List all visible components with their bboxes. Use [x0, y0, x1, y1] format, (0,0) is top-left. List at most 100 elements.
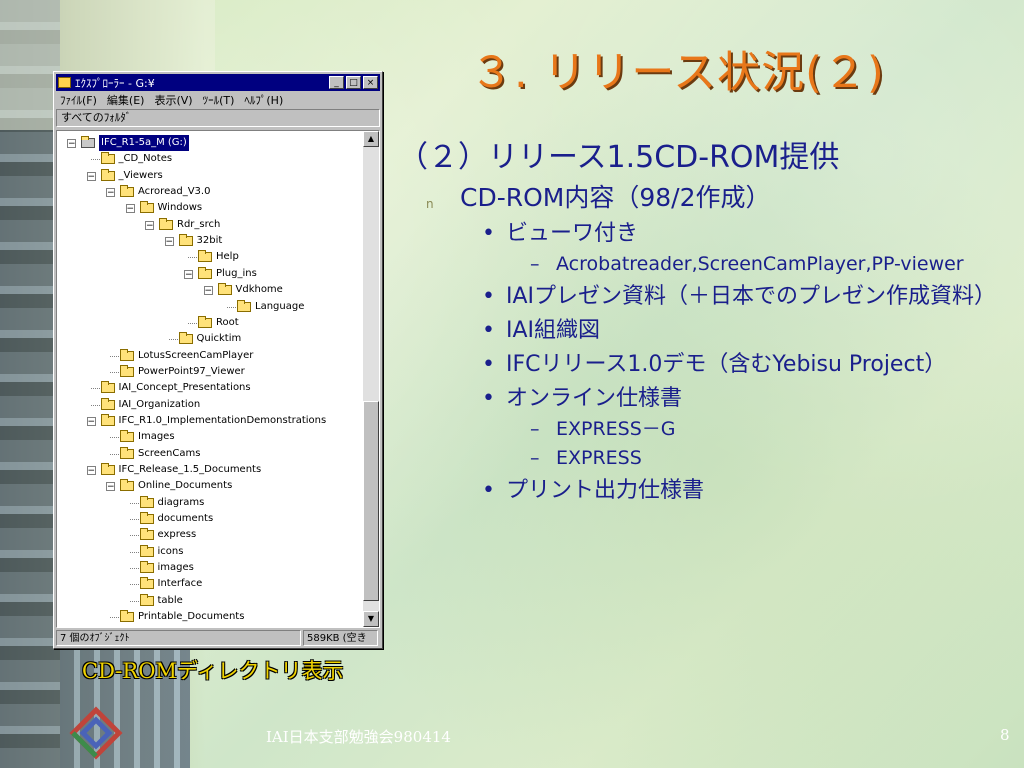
tree-node-label: icons: [157, 545, 184, 557]
tree-node[interactable]: Language: [237, 299, 304, 315]
tree-node[interactable]: Vdkhome: [217, 282, 283, 298]
explorer-window[interactable]: ｴｸｽﾌﾟﾛｰﾗｰ - G:¥ _ □ × ﾌｧｲﾙ(F) 編集(E) 表示(V…: [53, 71, 383, 649]
page-number: 8: [1000, 726, 1010, 744]
tree-expander-icon[interactable]: −: [86, 416, 96, 426]
tree-node[interactable]: LotusScreenCamPlayer: [120, 348, 253, 364]
tree-connector: [129, 502, 139, 504]
minimize-button[interactable]: _: [329, 76, 344, 89]
tree-node[interactable]: Online_Documents: [120, 478, 232, 494]
tree-expander-icon[interactable]: −: [125, 204, 135, 214]
tree-expander-icon[interactable]: −: [86, 171, 96, 181]
tree-connector: [110, 437, 119, 439]
tree-node-label: Images: [138, 431, 175, 443]
menu-view[interactable]: 表示(V): [154, 92, 192, 108]
tree-node[interactable]: express: [139, 527, 196, 543]
tree-connector: [227, 306, 236, 308]
tree-expander-icon[interactable]: −: [67, 139, 76, 149]
bullet-list: n CD-ROM内容（98/2作成） ビューワ付き Acrobatreader,S…: [420, 182, 1010, 505]
tree-node[interactable]: IFC_R1.0_ImplementationDemonstrations: [100, 413, 327, 429]
screenshot-caption: CD-ROMディレクトリ表示: [82, 659, 344, 683]
folder-icon: [120, 364, 134, 377]
tree-expander-icon[interactable]: −: [184, 269, 193, 279]
menu-help[interactable]: ﾍﾙﾌﾟ(H): [244, 92, 283, 108]
tree-node[interactable]: 32bit: [178, 233, 222, 249]
maximize-button[interactable]: □: [346, 76, 361, 89]
tree-node[interactable]: ScreenCams: [120, 446, 200, 462]
tree-node-label: Vdkhome: [235, 284, 283, 296]
folder-icon: [100, 413, 115, 426]
folder-icon: [120, 430, 134, 443]
tree-node[interactable]: Interface: [139, 576, 202, 592]
tree-node-label: Windows: [157, 202, 203, 214]
tree-node-label: Online_Documents: [138, 480, 233, 492]
folder-icon: [178, 332, 193, 345]
tree-expander-icon[interactable]: −: [106, 188, 115, 198]
tree-scrollbar[interactable]: ▲ ▼: [363, 131, 379, 627]
scroll-up-button[interactable]: ▲: [363, 131, 379, 147]
tree-node[interactable]: diagrams: [139, 495, 205, 511]
menu-bar: ﾌｧｲﾙ(F) 編集(E) 表示(V) ﾂｰﾙ(T) ﾍﾙﾌﾟ(H): [54, 91, 382, 109]
sub-bullet-item: EXPRESS－G: [530, 417, 1010, 442]
tree-expander-icon[interactable]: −: [145, 220, 154, 230]
folder-tree[interactable]: ▲ ▼ − IFC_R1-5a_M (G:) _CD_Notes − _Viewers −…: [56, 130, 380, 628]
tree-node[interactable]: table: [139, 593, 183, 609]
scroll-thumb[interactable]: [363, 401, 379, 601]
tree-node-label: Help: [216, 251, 239, 263]
tree-node-label: IFC_Release_1.5_Documents: [118, 464, 262, 475]
tree-expander-icon[interactable]: −: [86, 466, 96, 476]
tree-connector: [110, 371, 119, 373]
tree-connector: [188, 322, 197, 324]
tree-expander-icon[interactable]: −: [106, 482, 115, 492]
tree-node[interactable]: _CD_Notes: [100, 151, 172, 167]
menu-edit[interactable]: 編集(E): [107, 92, 145, 108]
tree-node[interactable]: Acroread_V3.0: [120, 184, 210, 200]
tree-connector: [90, 404, 100, 406]
explorer-app-icon: [58, 77, 71, 88]
tree-node[interactable]: IAI_Concept_Presentations: [100, 380, 251, 396]
tree-node[interactable]: Printable_Documents: [120, 609, 244, 625]
tree-connector: [90, 159, 100, 161]
folder-icon: [237, 299, 251, 312]
close-button[interactable]: ×: [363, 76, 378, 89]
tree-node[interactable]: Plug_ins: [198, 266, 257, 282]
tree-node-label: LotusScreenCamPlayer: [138, 349, 254, 361]
tree-connector: [129, 568, 139, 570]
status-bar: 7 個のｵﾌﾞｼﾞｪｸﾄ 589KB (空き: [56, 630, 378, 646]
tree-node[interactable]: Images: [120, 429, 175, 445]
folder-icon: [100, 397, 115, 410]
tree-connector: [188, 257, 197, 259]
tree-node[interactable]: _Viewers: [100, 168, 163, 184]
explorer-titlebar[interactable]: ｴｸｽﾌﾟﾛｰﾗｰ - G:¥ _ □ ×: [56, 74, 380, 91]
tree-node[interactable]: Rdr_srch: [159, 217, 220, 233]
tree-node[interactable]: Windows: [139, 200, 203, 216]
bullet-item: IFCリリース1.0デモ（含むYebisu Project）: [482, 351, 1010, 379]
tree-node-label: Acroread_V3.0: [138, 186, 211, 198]
tree-connector: [129, 551, 139, 553]
bullet-item: プリント出力仕様書: [482, 477, 1010, 505]
bullet-marker-icon: n: [426, 197, 434, 211]
tree-node[interactable]: documents: [139, 511, 213, 527]
scroll-down-button[interactable]: ▼: [363, 611, 379, 627]
tree-node[interactable]: IAI_Organization: [100, 397, 200, 413]
tree-node[interactable]: Root: [198, 315, 239, 331]
tree-node[interactable]: Help: [198, 249, 239, 265]
bullet-level1: n CD-ROM内容（98/2作成）: [426, 182, 1010, 214]
tree-expander-icon[interactable]: −: [164, 237, 174, 247]
folder-icon: [139, 512, 154, 525]
tree-expander-icon[interactable]: −: [203, 286, 213, 296]
folder-icon: [198, 315, 212, 328]
tree-node[interactable]: IFC_R1-5a_M (G:): [81, 135, 189, 151]
tree-node-label: diagrams: [157, 496, 205, 508]
tree-node-label: IFC_R1.0_ImplementationDemonstrations: [118, 414, 327, 426]
folder-icon: [120, 446, 134, 459]
tree-node[interactable]: images: [139, 560, 194, 576]
folder-icon: [178, 234, 193, 247]
explorer-title: ｴｸｽﾌﾟﾛｰﾗｰ - G:¥: [75, 76, 155, 90]
tree-node[interactable]: IFC_Release_1.5_Documents: [100, 462, 262, 478]
menu-tools[interactable]: ﾂｰﾙ(T): [203, 92, 235, 108]
tree-node[interactable]: Quicktim: [178, 331, 241, 347]
tree-node[interactable]: icons: [139, 544, 184, 560]
menu-file[interactable]: ﾌｧｲﾙ(F): [60, 92, 97, 108]
tree-node[interactable]: PowerPoint97_Viewer: [120, 364, 245, 380]
folder-icon: [198, 266, 212, 279]
